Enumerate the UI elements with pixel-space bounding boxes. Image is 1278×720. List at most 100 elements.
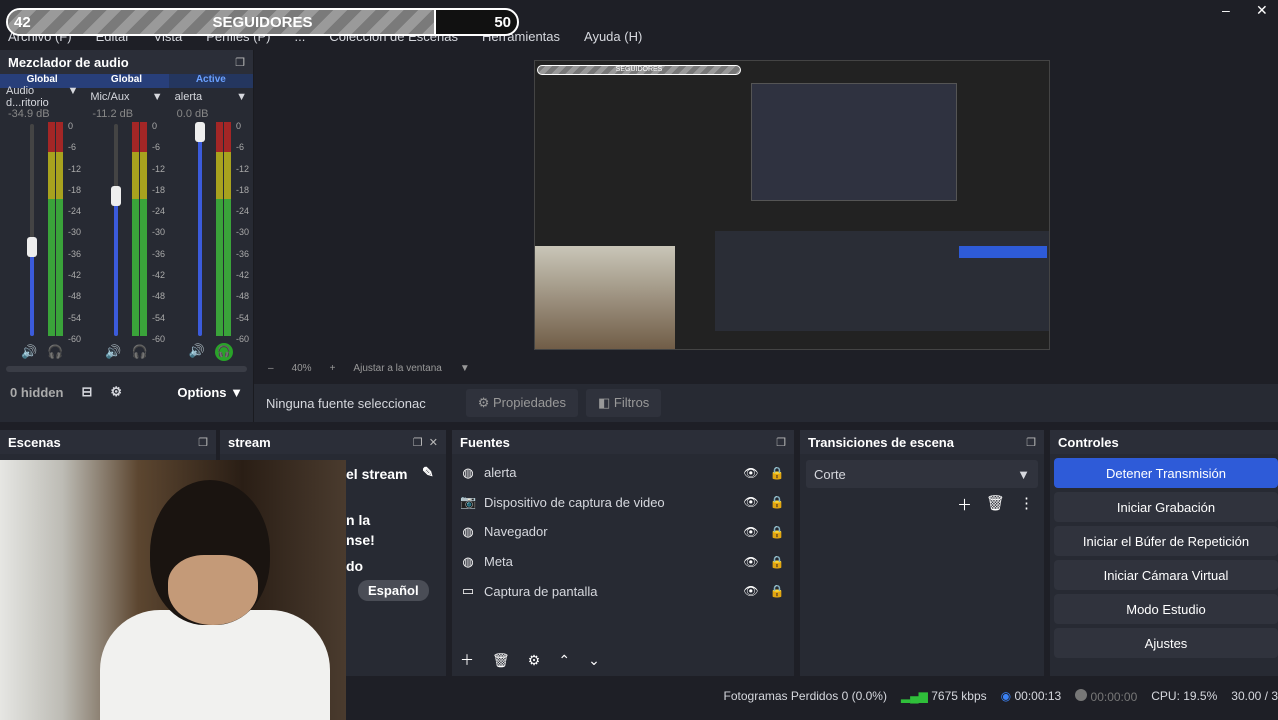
- scenes-title: Escenas: [8, 434, 61, 450]
- more-icon[interactable]: ⋮: [1019, 494, 1034, 515]
- speaker-icon[interactable]: 🔊: [189, 343, 205, 361]
- list-item[interactable]: ◍ Meta 👁 🔒: [460, 547, 786, 577]
- lock-icon[interactable]: 🔒: [768, 495, 786, 509]
- eye-icon[interactable]: 👁: [742, 495, 760, 509]
- gear-icon[interactable]: ⚙: [528, 652, 541, 669]
- hidden-count: 0 hidden: [10, 384, 64, 400]
- transitions-dock: Transiciones de escena ❐ Corte ▼ ＋ 🗑 ⋮: [800, 430, 1044, 676]
- fit-window-select[interactable]: Ajustar a la ventana: [353, 363, 441, 374]
- list-item[interactable]: ◍ alerta 👁 🔒: [460, 458, 786, 488]
- undock-icon[interactable]: ❐: [198, 436, 208, 449]
- meter-tick-label: -30: [236, 227, 250, 238]
- nested-preview: SEGUIDORES: [534, 60, 1050, 350]
- start-replay-buffer-button[interactable]: Iniciar el Búfer de Repetición: [1054, 526, 1278, 556]
- list-item[interactable]: ◍ Navegador 👁 🔒: [460, 517, 786, 547]
- volume-slider-fill: [198, 124, 202, 336]
- volume-slider-handle[interactable]: [195, 122, 205, 142]
- undock-icon[interactable]: ❐: [235, 56, 245, 69]
- pencil-icon[interactable]: ✎: [422, 464, 434, 481]
- zoom-out-button[interactable]: –: [268, 363, 274, 374]
- undock-icon[interactable]: ❐: [776, 436, 786, 449]
- headphones-icon[interactable]: 🎧: [131, 344, 147, 360]
- webcam-person-face: [168, 555, 258, 625]
- mini-followers-bar: SEGUIDORES: [537, 65, 741, 75]
- audio-level-meter: [132, 122, 139, 336]
- menu-help[interactable]: Ayuda (H): [584, 29, 642, 44]
- meter-tick-label: -18: [236, 184, 250, 195]
- meter-tick-label: -24: [152, 206, 166, 217]
- globe-icon: ◍: [462, 464, 474, 480]
- zoom-in-button[interactable]: +: [330, 363, 336, 374]
- settings-button[interactable]: Ajustes: [1054, 628, 1278, 658]
- add-transition-button[interactable]: ＋: [957, 494, 972, 515]
- volume-meters: 0 -6 -12 -18 -24 -30 -36 -42 -48 -54 -60 0 -6 -12 -18-…: [0, 121, 253, 344]
- eye-icon[interactable]: 👁: [742, 584, 760, 598]
- audio-level-meter: [48, 122, 55, 336]
- meter-tick-label: -6: [68, 142, 77, 153]
- headphones-icon[interactable]: 🎧: [47, 344, 63, 360]
- status-bar: Fotogramas Perdidos 0 (0.0%) ▂▄▆ 7675 kb…: [346, 678, 1278, 714]
- add-source-button[interactable]: ＋: [460, 650, 474, 670]
- channel-alerta[interactable]: alerta ▼: [169, 91, 253, 103]
- list-item[interactable]: ▭ Captura de pantalla 👁 🔒: [460, 576, 786, 606]
- close-window-button[interactable]: ✕: [1256, 2, 1268, 19]
- chevron-down-icon[interactable]: ▼: [236, 91, 247, 103]
- channel-mic-aux[interactable]: Mic/Aux ▼: [84, 91, 168, 103]
- volume-slider-fill: [30, 246, 34, 336]
- stream-text-title: el stream: [346, 466, 408, 482]
- studio-mode-button[interactable]: Modo Estudio: [1054, 594, 1278, 624]
- meter-tick-label: -48: [68, 291, 82, 302]
- channel-desktop-audio[interactable]: Audio d...ritorio ▼: [0, 85, 84, 109]
- speaker-icon[interactable]: 🔊: [21, 344, 37, 360]
- meter-tick-label: -36: [236, 248, 250, 259]
- speaker-icon[interactable]: 🔊: [105, 344, 121, 360]
- eye-icon[interactable]: 👁: [742, 466, 760, 480]
- properties-button[interactable]: ⚙ Propiedades: [465, 389, 579, 417]
- chevron-down-icon[interactable]: ▼: [460, 363, 470, 374]
- lock-icon[interactable]: 🔒: [768, 584, 786, 598]
- undock-icon[interactable]: ❐: [1026, 436, 1036, 449]
- filters-button[interactable]: ◧ Filtros: [586, 389, 662, 417]
- trash-icon[interactable]: 🗑: [986, 494, 1005, 515]
- gear-icon[interactable]: ⚙: [110, 384, 122, 400]
- zoom-controls: – 40% + Ajustar a la ventana ▼: [262, 360, 1278, 376]
- tag-global: Global: [110, 74, 143, 85]
- globe-icon: ◍: [462, 553, 474, 569]
- stop-streaming-button[interactable]: Detener Transmisión: [1054, 458, 1278, 488]
- preview-area[interactable]: SEGUIDORES: [262, 50, 1278, 360]
- minimize-button[interactable]: –: [1222, 2, 1230, 18]
- stream-icon: ◉: [1000, 689, 1012, 703]
- meter-tick-label: -42: [68, 270, 82, 281]
- lock-icon[interactable]: 🔒: [768, 525, 786, 539]
- volume-slider-handle[interactable]: [111, 186, 121, 207]
- volume-slider-fill: [114, 196, 118, 336]
- volume-slider-handle[interactable]: [27, 236, 37, 257]
- meter-ticks: 0 -6 -12 -18 -24 -30 -36 -42 -48 -54 -60: [236, 116, 249, 350]
- lock-icon[interactable]: 🔒: [768, 555, 786, 569]
- meter-tick-label: -30: [68, 227, 82, 238]
- meter-tick-label: -48: [152, 291, 166, 302]
- meter-tick-label: -60: [236, 333, 250, 344]
- layout-icon[interactable]: ⊟: [81, 384, 92, 400]
- trash-icon[interactable]: 🗑: [492, 652, 510, 669]
- eye-icon[interactable]: 👁: [742, 525, 760, 539]
- record-icon: [1075, 688, 1088, 701]
- transition-select[interactable]: Corte ▼: [806, 460, 1038, 488]
- lock-icon[interactable]: 🔒: [768, 466, 786, 480]
- options-button[interactable]: Options ▼: [177, 385, 243, 400]
- chevron-down-icon[interactable]: ▼: [67, 85, 78, 109]
- sources-list: ◍ alerta 👁 🔒 📷 Dispositivo de captura de vid…: [452, 454, 794, 610]
- start-recording-button[interactable]: Iniciar Grabación: [1054, 492, 1278, 522]
- chevron-down-icon[interactable]: ▼: [152, 91, 163, 103]
- move-down-button[interactable]: ⌄: [588, 652, 600, 669]
- eye-icon[interactable]: 👁: [742, 555, 760, 569]
- undock-icon[interactable]: ❐ ✕: [413, 436, 438, 449]
- headphones-icon[interactable]: 🎧: [214, 343, 233, 361]
- mini-screen-capture: [751, 83, 957, 201]
- list-item[interactable]: 📷 Dispositivo de captura de video 👁 🔒: [460, 488, 786, 518]
- record-time: 00:00:00: [1090, 689, 1138, 704]
- start-virtual-camera-button[interactable]: Iniciar Cámara Virtual: [1054, 560, 1278, 590]
- move-up-button[interactable]: ⌃: [558, 652, 570, 669]
- meter-tick-label: -60: [152, 333, 166, 344]
- meter-tick-label: -18: [152, 184, 166, 195]
